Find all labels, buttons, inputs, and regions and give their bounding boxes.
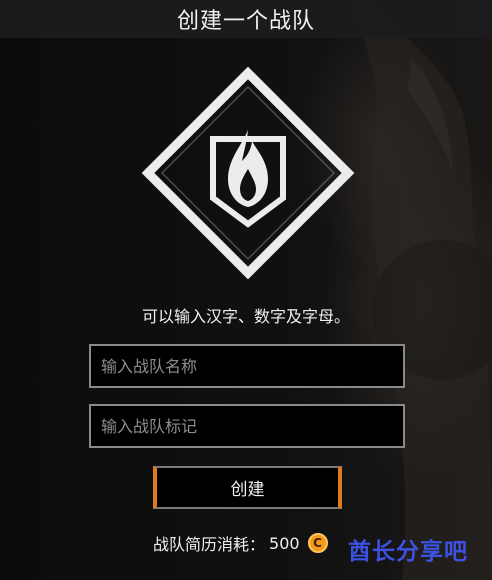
cost-value: 500 — [269, 533, 300, 553]
create-button[interactable]: 创建 — [153, 466, 342, 509]
page-title: 创建一个战队 — [176, 9, 315, 34]
team-tag-input[interactable] — [91, 406, 403, 446]
coin-icon: C — [307, 533, 328, 553]
team-tag-field[interactable] — [89, 404, 405, 448]
title-bar: 创建一个战队 — [0, 0, 492, 38]
team-name-input[interactable] — [91, 346, 403, 386]
team-name-field[interactable] — [89, 344, 405, 388]
cost-row: 战队简历消耗： 500 C — [153, 531, 328, 555]
flame-shield-icon — [141, 66, 355, 280]
watermark: 酋长分享吧 — [348, 539, 468, 565]
input-hint-text: 可以输入汉字、数字及字母。 — [141, 307, 350, 326]
create-button-label: 创建 — [230, 480, 265, 500]
cost-label: 战队简历消耗： — [153, 535, 266, 554]
